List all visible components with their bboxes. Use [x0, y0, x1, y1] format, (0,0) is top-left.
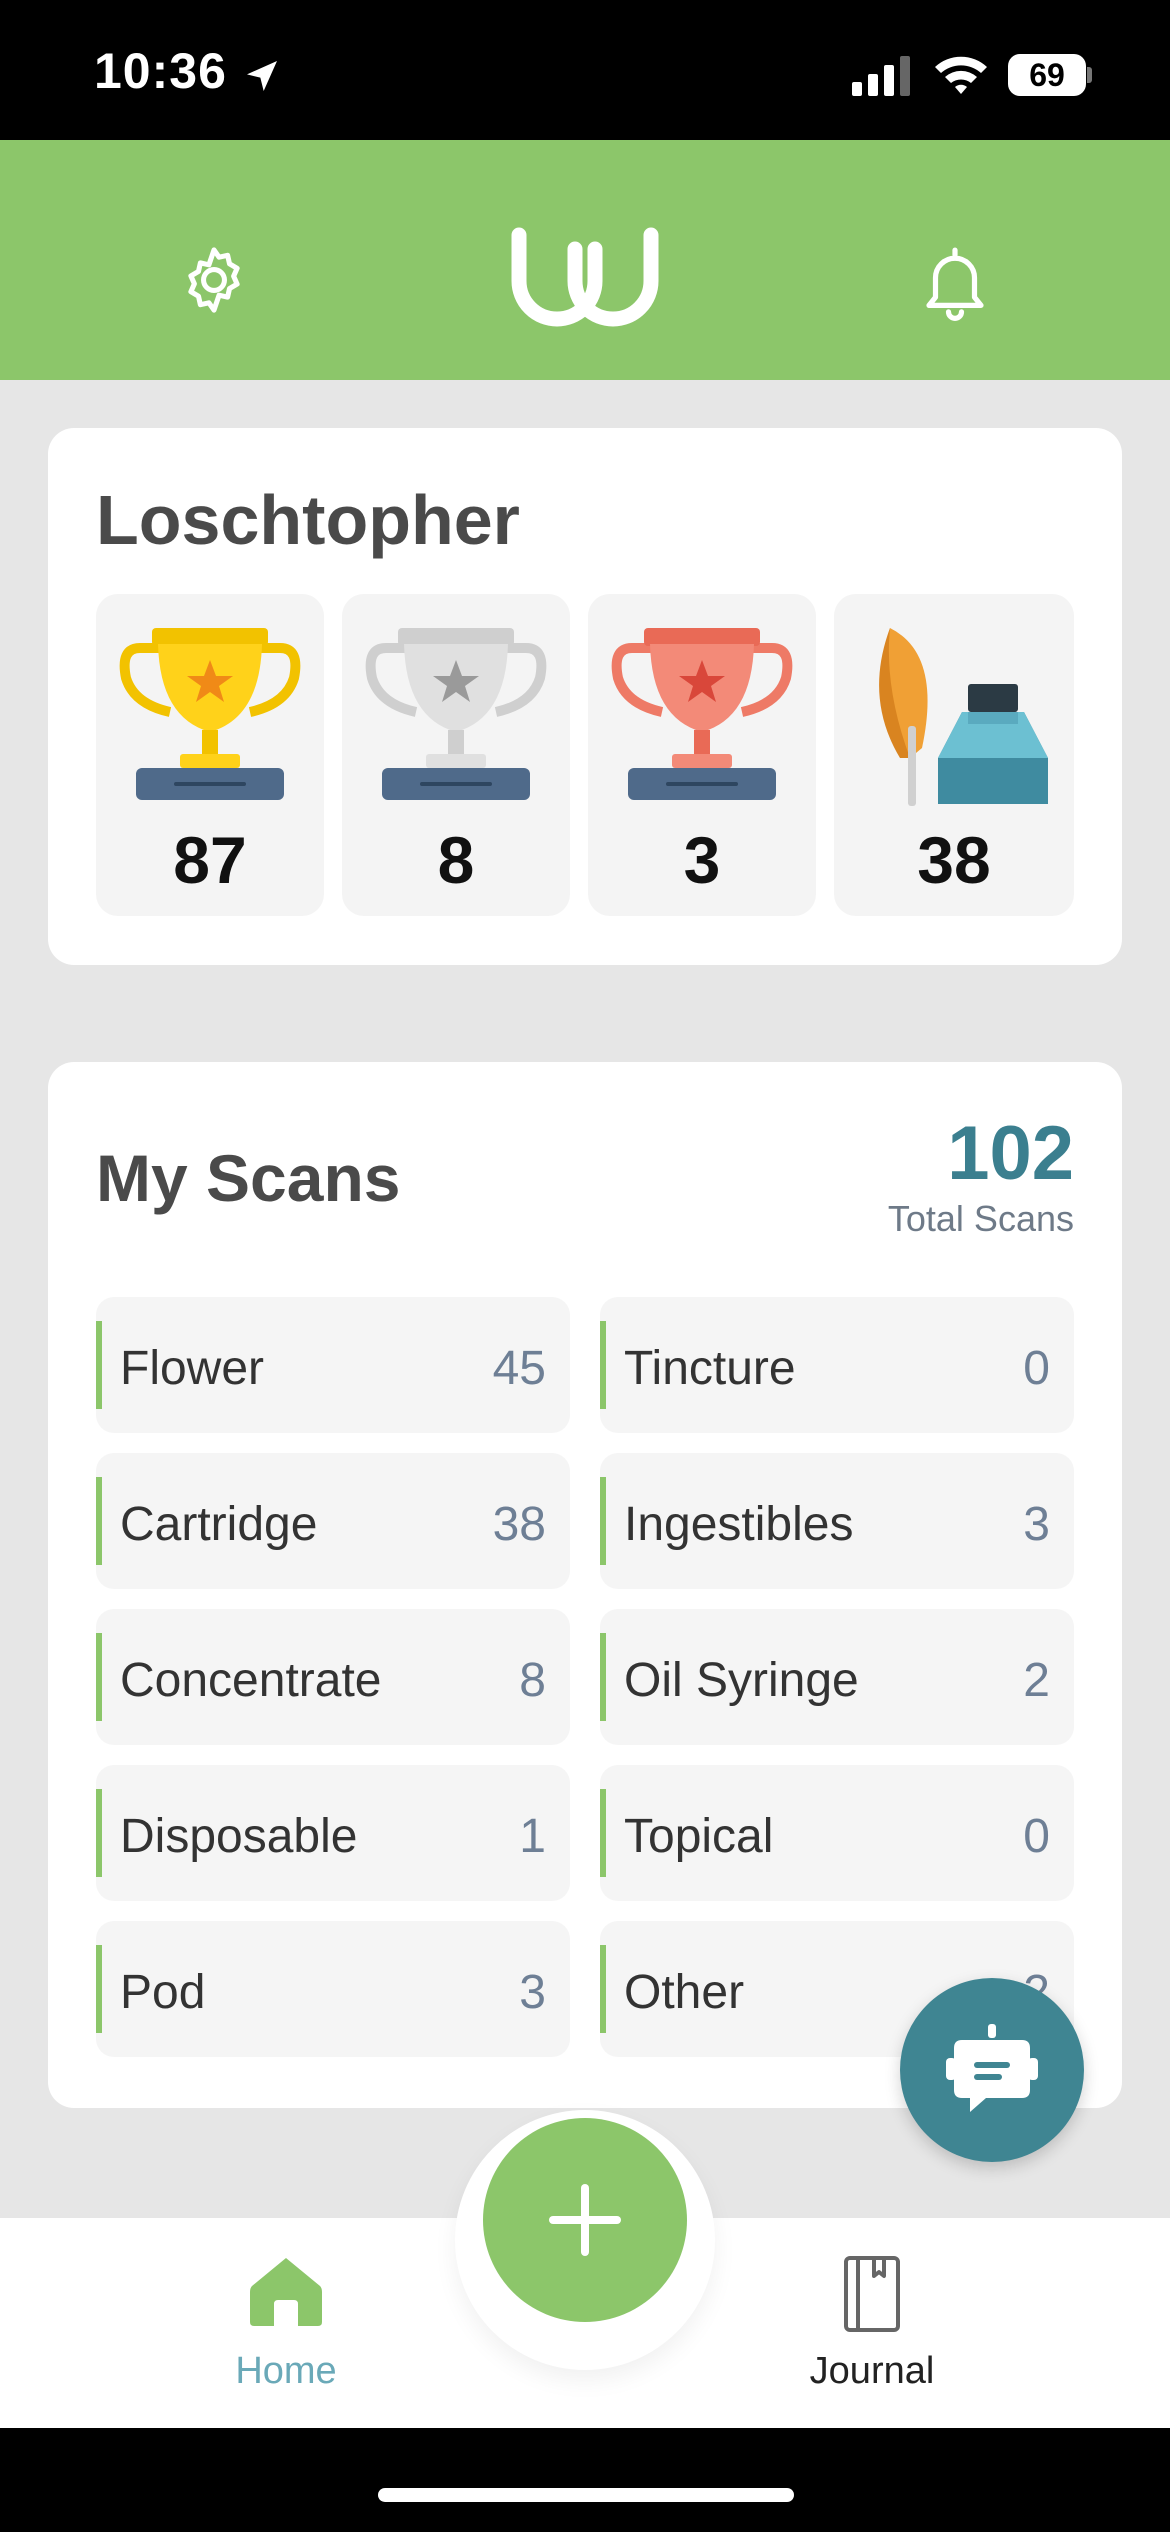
scan-category-label: Other	[624, 1966, 745, 2019]
scan-category-label: Tincture	[624, 1342, 796, 1395]
quill-ink-icon	[879, 628, 1048, 806]
wifi-icon	[935, 56, 987, 94]
bell-icon[interactable]	[916, 240, 994, 322]
status-bar: 10:36 69	[0, 0, 1170, 140]
scan-category-count: 38	[492, 1498, 546, 1551]
scan-category-count: 1	[519, 1810, 546, 1863]
nav-tab-label: Home	[235, 2350, 337, 2392]
home-indicator-area	[0, 2428, 1170, 2532]
scan-category-count: 0	[1023, 1810, 1050, 1863]
battery-icon: 69	[1008, 54, 1092, 96]
scan-category-label: Cartridge	[120, 1498, 318, 1551]
profile-card: Loschtopher 87 8 3 38	[48, 428, 1122, 965]
stat-value: 3	[683, 823, 721, 897]
home-icon	[250, 2258, 322, 2326]
scan-category-label: Flower	[120, 1342, 265, 1395]
bronze-trophy-icon	[611, 628, 793, 800]
gear-icon[interactable]	[176, 242, 252, 318]
username: Loschtopher	[96, 481, 520, 559]
scan-category-label: Disposable	[120, 1810, 358, 1863]
stat-value: 38	[917, 823, 991, 897]
stat-journal-entries[interactable]: 38	[834, 594, 1074, 916]
gold-trophy-icon	[119, 628, 301, 800]
plus-icon	[549, 2184, 621, 2256]
battery-cap	[1087, 67, 1092, 83]
scan-category-flower[interactable]: Flower 45	[96, 1297, 570, 1433]
scan-category-count: 45	[492, 1342, 546, 1395]
scan-category-ingestibles[interactable]: Ingestibles 3	[600, 1453, 1074, 1589]
scan-category-oil-syringe[interactable]: Oil Syringe 2	[600, 1609, 1074, 1745]
cellular-signal-icon	[852, 56, 910, 96]
stat-bronze-trophies[interactable]: 3	[588, 594, 816, 916]
stat-value: 87	[173, 823, 247, 897]
scan-category-label: Topical	[624, 1810, 774, 1863]
scan-category-label: Pod	[120, 1966, 206, 2019]
nav-tab-label: Journal	[809, 2350, 935, 2392]
journal-icon	[844, 2256, 900, 2332]
scans-title: My Scans	[96, 1141, 401, 1215]
scan-category-pod[interactable]: Pod 3	[96, 1921, 570, 2057]
battery-level: 69	[1008, 54, 1086, 96]
stat-silver-trophies[interactable]: 8	[342, 594, 570, 916]
scan-category-concentrate[interactable]: Concentrate 8	[96, 1609, 570, 1745]
chat-bot-icon	[946, 2024, 1038, 2112]
scan-category-count: 8	[519, 1654, 546, 1707]
stat-gold-trophies[interactable]: 87	[96, 594, 324, 916]
screen: 10:36 69 Loschtopher 87 8 3 38 My Scans …	[0, 0, 1170, 2532]
add-scan-button[interactable]	[483, 2118, 687, 2322]
my-scans-card: My Scans 102 Total Scans Flower 45 Tinct…	[48, 1062, 1122, 2108]
app-logo[interactable]	[505, 225, 665, 335]
scan-category-count: 2	[1023, 1654, 1050, 1707]
scan-category-disposable[interactable]: Disposable 1	[96, 1765, 570, 1901]
nav-tab-journal[interactable]: Journal	[772, 2246, 972, 2396]
home-indicator[interactable]	[378, 2488, 794, 2502]
scan-category-label: Ingestibles	[624, 1498, 854, 1551]
nav-tab-home[interactable]: Home	[186, 2246, 386, 2396]
scan-category-topical[interactable]: Topical 0	[600, 1765, 1074, 1901]
scan-category-count: 3	[519, 1966, 546, 2019]
chat-bot-button[interactable]	[900, 1978, 1084, 2162]
total-scans-value: 102	[947, 1111, 1074, 1196]
scan-category-count: 0	[1023, 1342, 1050, 1395]
stat-value: 8	[437, 823, 475, 897]
status-time: 10:36	[94, 43, 227, 99]
scan-category-tincture[interactable]: Tincture 0	[600, 1297, 1074, 1433]
total-scans-label: Total Scans	[887, 1198, 1074, 1239]
location-arrow-icon	[247, 61, 277, 91]
silver-trophy-icon	[365, 628, 547, 800]
scan-category-count: 3	[1023, 1498, 1050, 1551]
scan-category-cartridge[interactable]: Cartridge 38	[96, 1453, 570, 1589]
scan-category-label: Concentrate	[120, 1654, 382, 1707]
scan-category-label: Oil Syringe	[624, 1654, 859, 1707]
